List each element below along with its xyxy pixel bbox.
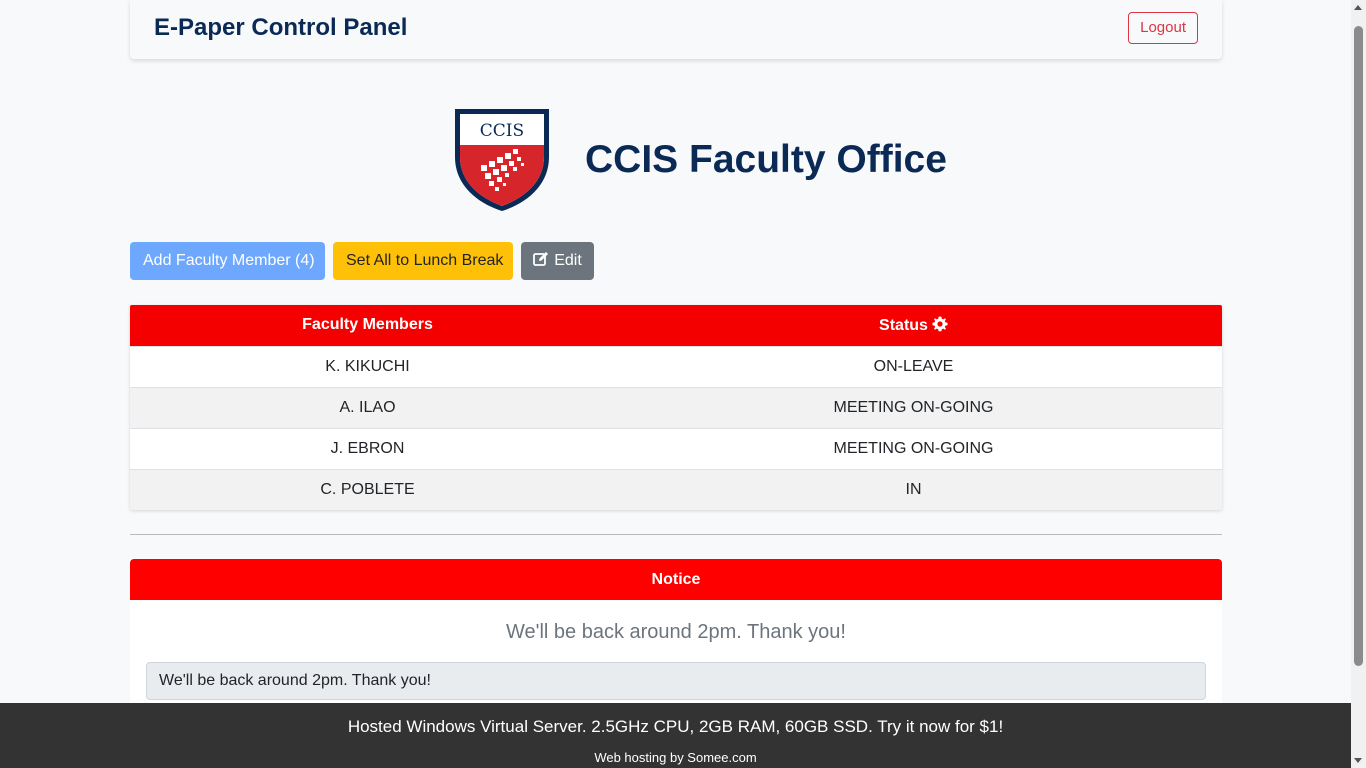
page-header: CCIS CCIS Faculty Office (0, 100, 1351, 215)
crest-text: CCIS (480, 121, 524, 141)
notice-message: We'll be back around 2pm. Thank you! (506, 621, 846, 643)
faculty-name: K. KIKUCHI (130, 345, 605, 387)
faculty-name: C. POBLETE (130, 468, 605, 510)
faculty-status: MEETING ON-GOING (605, 427, 1222, 469)
notice-card: Notice We'll be back around 2pm. Thank y… (130, 559, 1222, 719)
col-header-status: Status (605, 305, 1222, 346)
scrollbar-thumb[interactable] (1354, 26, 1363, 666)
scroll-down-icon[interactable] (1354, 758, 1362, 763)
hosting-ad-banner: Hosted Windows Virtual Server. 2.5GHz CP… (0, 703, 1351, 768)
table-row: A. ILAO MEETING ON-GOING (130, 386, 1222, 428)
faculty-status: MEETING ON-GOING (605, 386, 1222, 428)
hosting-credit-link[interactable]: Web hosting by Somee.com (0, 750, 1351, 765)
ad-text-link[interactable]: Hosted Windows Virtual Server. 2.5GHz CP… (0, 717, 1351, 737)
faculty-status: ON-LEAVE (605, 345, 1222, 387)
edit-button[interactable]: Edit (521, 242, 594, 280)
faculty-name: A. ILAO (130, 386, 605, 428)
page-title: CCIS Faculty Office (585, 138, 947, 181)
scroll-up-icon[interactable] (1354, 5, 1362, 10)
logout-button[interactable]: Logout (1128, 12, 1198, 44)
navbar-brand[interactable]: E-Paper Control Panel (154, 14, 407, 42)
col-header-faculty-label: Faculty Members (302, 316, 433, 334)
faculty-name: J. EBRON (130, 427, 605, 469)
table-row: J. EBRON MEETING ON-GOING (130, 427, 1222, 469)
faculty-status: IN (605, 468, 1222, 510)
notice-input[interactable] (146, 662, 1206, 700)
faculty-table-wrapper: Faculty Members Status K. KIKUCHI ON-LEA… (130, 305, 1222, 510)
add-faculty-button[interactable]: Add Faculty Member (4) (130, 242, 325, 280)
table-header-row: Faculty Members Status (130, 305, 1222, 346)
navbar: E-Paper Control Panel Logout (130, 0, 1222, 59)
notice-header: Notice (130, 559, 1222, 600)
edit-icon (533, 252, 549, 266)
ccis-crest-logo: CCIS (455, 109, 549, 211)
section-divider (130, 534, 1222, 535)
page: E-Paper Control Panel Logout CCIS CCIS F… (0, 0, 1351, 768)
vertical-scrollbar[interactable] (1351, 0, 1366, 768)
col-header-faculty: Faculty Members (130, 305, 605, 346)
table-row: C. POBLETE IN (130, 468, 1222, 510)
action-bar: Add Faculty Member (4) Set All to Lunch … (130, 242, 1222, 280)
col-header-status-label: Status (879, 316, 928, 334)
edit-button-label: Edit (554, 252, 582, 269)
faculty-table: Faculty Members Status K. KIKUCHI ON-LEA… (130, 305, 1222, 510)
gear-icon[interactable] (932, 316, 948, 332)
table-row: K. KIKUCHI ON-LEAVE (130, 345, 1222, 387)
set-lunch-break-button[interactable]: Set All to Lunch Break (333, 242, 513, 280)
